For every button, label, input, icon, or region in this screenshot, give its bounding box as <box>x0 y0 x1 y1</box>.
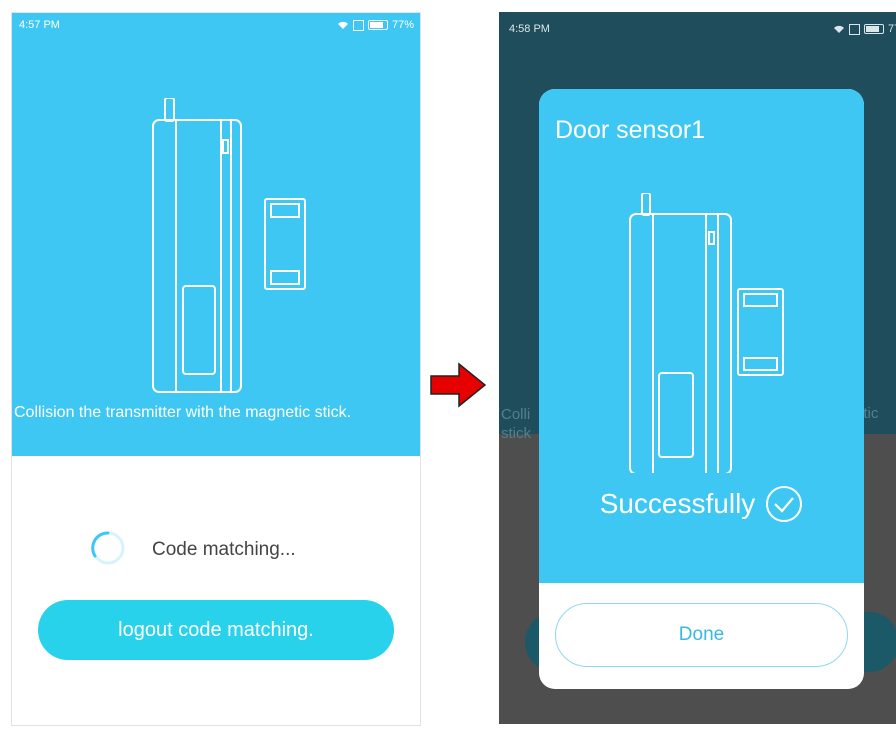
background-instruction-fragment: Colli stick <box>501 406 531 442</box>
battery-icon <box>367 20 388 30</box>
left-screen: 4:57 PM 77% Collision the transmitter wi… <box>11 12 421 726</box>
door-sensor-icon <box>152 98 306 393</box>
success-text: Successfully <box>599 488 756 519</box>
status-icons: 77% <box>833 23 896 35</box>
loading-spinner-icon <box>91 531 125 565</box>
code-matching-status: Code matching... <box>152 539 296 560</box>
dialog-title: Door sensor1 <box>555 116 706 144</box>
sim-icon <box>848 23 860 35</box>
instruction-text: Collision the transmitter with the magne… <box>14 404 352 421</box>
status-time: 4:58 PM <box>509 23 550 35</box>
status-bar: 4:57 PM 77% <box>12 13 420 39</box>
done-button[interactable]: Done <box>555 603 848 667</box>
status-bar: 4:58 PM 77% <box>499 12 896 38</box>
pairing-success-dialog: Door sensor1 Successfully Done <box>539 89 864 689</box>
battery-icon <box>863 24 884 34</box>
wifi-icon <box>833 25 844 33</box>
right-arrow-icon <box>430 362 487 408</box>
sim-icon <box>352 19 364 31</box>
status-time: 4:57 PM <box>19 19 60 31</box>
battery-percent: 77% <box>887 23 896 35</box>
status-icons: 77% <box>337 19 414 31</box>
wifi-icon <box>337 21 348 29</box>
logout-code-matching-button[interactable]: logout code matching. <box>38 600 394 660</box>
door-sensor-icon <box>629 193 784 473</box>
battery-percent: 77% <box>391 19 414 31</box>
check-circle-icon <box>766 486 803 522</box>
success-message: Successfully <box>539 485 864 523</box>
right-screen: 4:58 PM 77% Colli stick etic Door sensor… <box>499 12 896 724</box>
